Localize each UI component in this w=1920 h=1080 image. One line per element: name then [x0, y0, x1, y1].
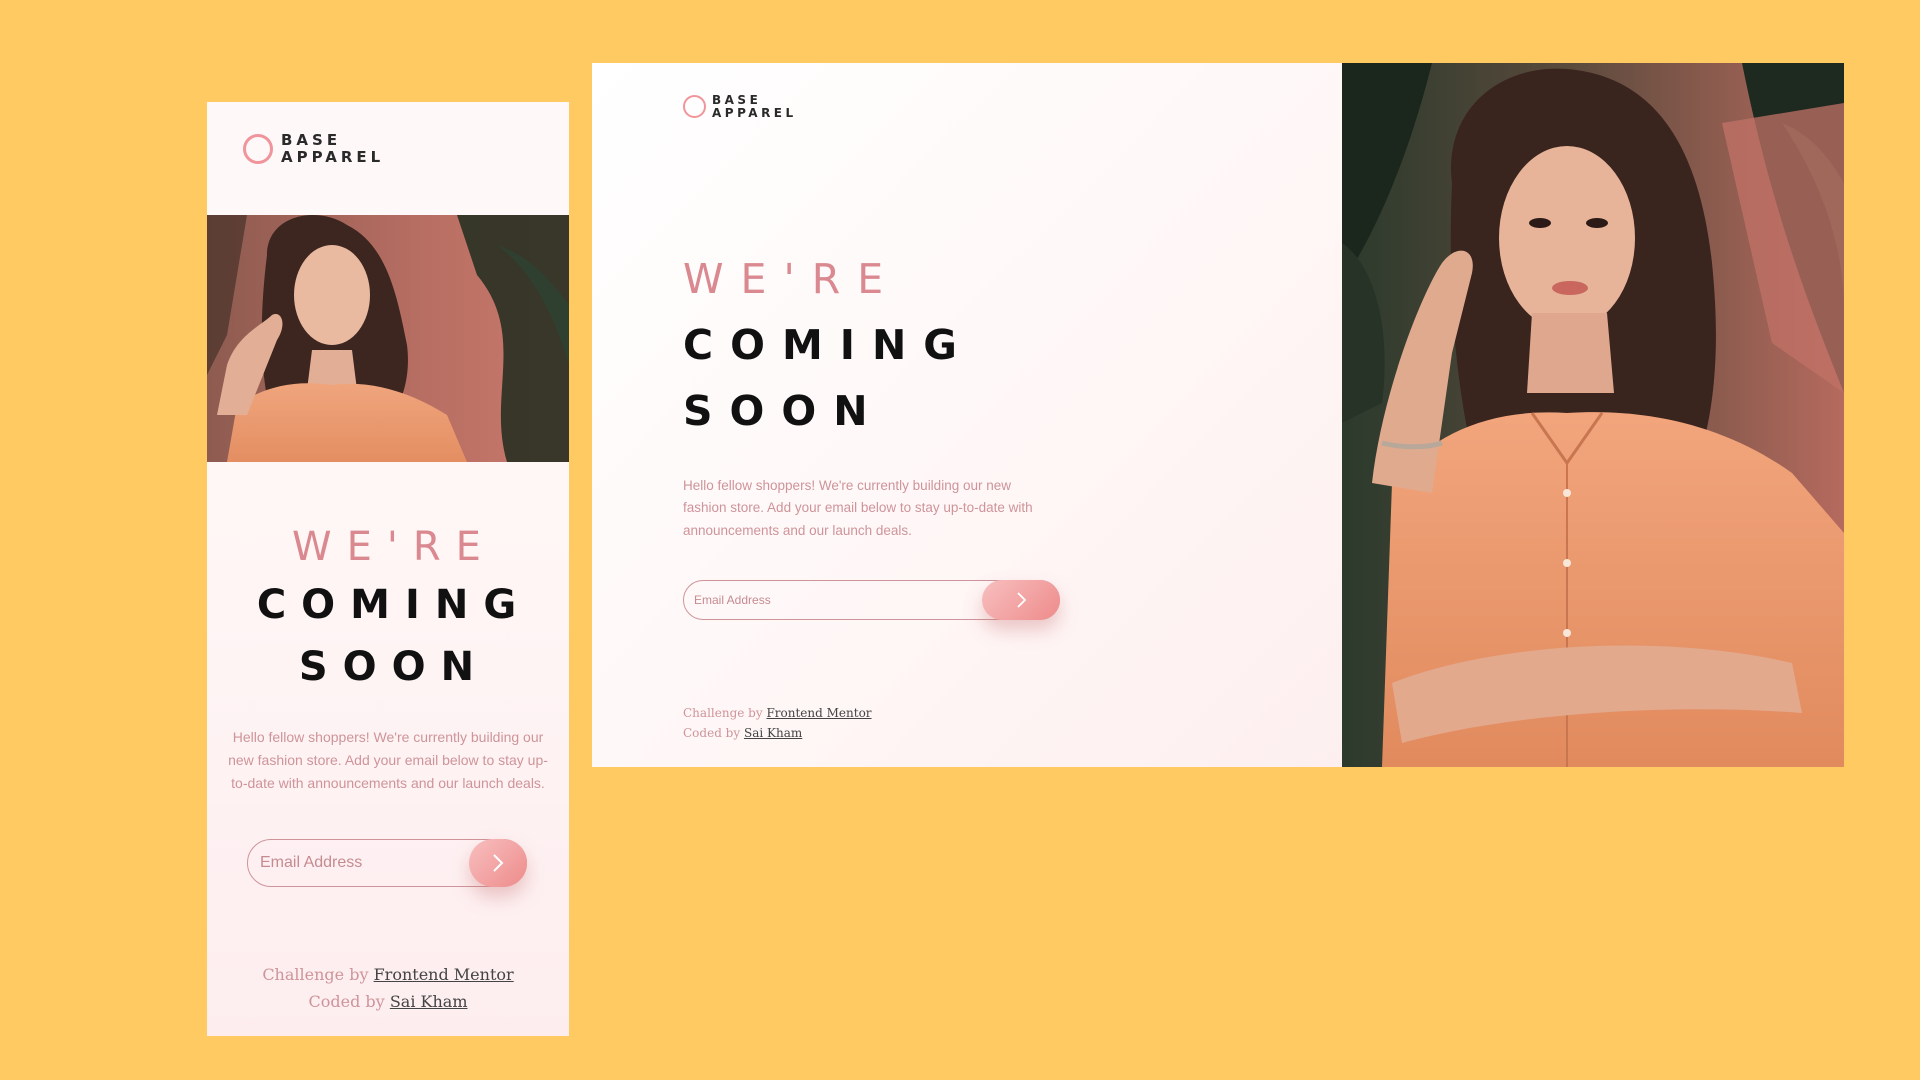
desktop-email-form: [683, 580, 1060, 620]
headline-soon: SOON: [683, 387, 885, 435]
logo-circle-icon: [683, 95, 706, 118]
mobile-email-form: [247, 839, 527, 887]
desktop-credits: Challenge by Frontend Mentor Coded by Sa…: [683, 703, 872, 743]
desktop-content-panel: BASE APPAREL WE'RE COMING SOON Hello fel…: [592, 63, 1342, 767]
logo[interactable]: BASE APPAREL: [683, 94, 797, 119]
challenge-credit: Challenge by Frontend Mentor: [683, 703, 872, 723]
mobile-description: Hello fellow shoppers! We're currently b…: [228, 729, 548, 791]
challenge-credit: Challenge by Frontend Mentor: [207, 961, 569, 988]
coded-credit: Coded by Sai Kham: [683, 723, 872, 743]
author-link[interactable]: Sai Kham: [744, 726, 802, 740]
desktop-mockup: BASE APPAREL WE'RE COMING SOON Hello fel…: [592, 63, 1844, 767]
mobile-hero-image: [207, 215, 569, 462]
frontend-mentor-link[interactable]: Frontend Mentor: [374, 965, 514, 984]
mobile-header: BASE APPAREL: [207, 102, 569, 215]
logo-text: BASE APPAREL: [281, 133, 384, 165]
headline-soon: SOON: [298, 644, 490, 690]
coded-credit: Coded by Sai Kham: [207, 988, 569, 1015]
headline-coming: COMING: [683, 321, 974, 369]
mobile-credits: Challenge by Frontend Mentor Coded by Sa…: [207, 961, 569, 1015]
logo-text: BASE APPAREL: [712, 94, 797, 119]
headline-light: WE'RE: [292, 524, 496, 570]
challenge-prefix: Challenge by: [683, 706, 763, 720]
logo-line-2: APPAREL: [281, 148, 385, 166]
author-link[interactable]: Sai Kham: [390, 992, 468, 1011]
mobile-headline: WE'RE COMING SOON: [207, 520, 569, 698]
submit-button[interactable]: [982, 580, 1060, 620]
coded-prefix: Coded by: [683, 726, 741, 740]
frontend-mentor-link[interactable]: Frontend Mentor: [766, 706, 871, 720]
desktop-description: Hello fellow shoppers! We're currently b…: [683, 477, 1033, 538]
headline-light: WE'RE: [683, 255, 901, 303]
coded-prefix: Coded by: [308, 992, 385, 1011]
logo[interactable]: BASE APPAREL: [243, 133, 384, 165]
mobile-mockup: BASE APPAREL WE'RE COMING SOON Hello fel…: [207, 102, 569, 1036]
logo-line-1: BASE: [281, 131, 342, 149]
submit-button[interactable]: [469, 839, 527, 887]
desktop-hero-image: [1342, 63, 1844, 767]
chevron-right-icon: [493, 854, 504, 872]
challenge-prefix: Challenge by: [262, 965, 369, 984]
hero-photo-image: [207, 215, 569, 462]
logo-line-1: BASE: [712, 93, 762, 107]
logo-line-2: APPAREL: [712, 106, 797, 120]
desktop-headline: WE'RE COMING SOON: [683, 246, 974, 444]
hero-photo-image: [1342, 63, 1844, 767]
chevron-right-icon: [1017, 592, 1027, 608]
headline-coming: COMING: [256, 582, 532, 628]
logo-circle-icon: [243, 134, 273, 164]
